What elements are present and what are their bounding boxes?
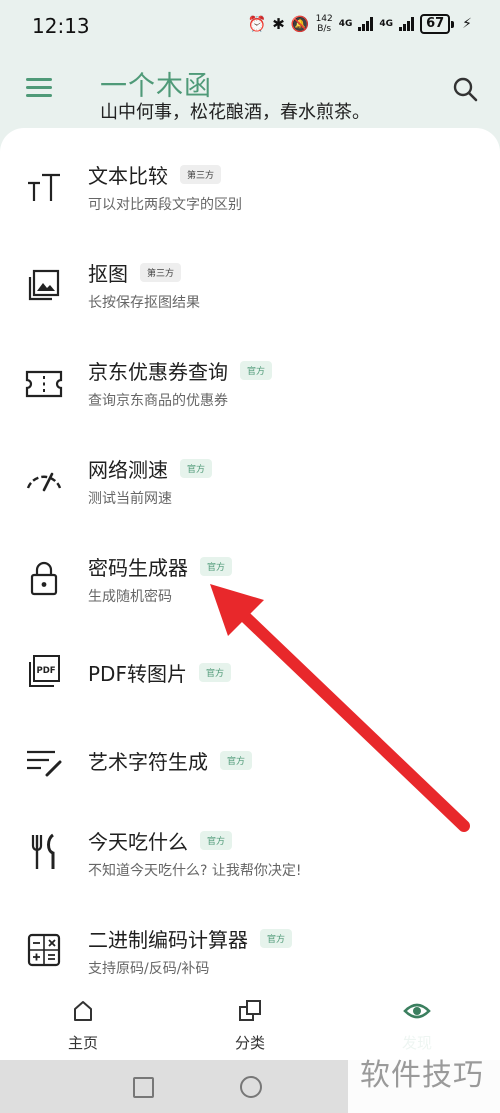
tool-name: 今天吃什么 [88, 830, 188, 854]
tool-title-row: 今天吃什么 官方 [88, 826, 233, 855]
tool-item-binary-calculator[interactable]: 二进制编码计算器 官方 支持原码/反码/补码 [0, 912, 500, 990]
home-icon [43, 996, 123, 1026]
svg-text:PDF: PDF [37, 666, 56, 676]
alarm-icon: ⏰ [247, 15, 267, 33]
home-button-icon[interactable] [240, 1076, 262, 1098]
tool-title-row: 密码生成器 官方 [88, 552, 233, 581]
tool-description: 测试当前网速 [88, 491, 172, 507]
battery-level: 67 [420, 14, 451, 34]
net-speed: 142 B/s [316, 14, 333, 34]
source-badge: 官方 [198, 663, 231, 682]
tool-description: 长按保存抠图结果 [88, 295, 200, 311]
nav-category[interactable]: 分类 [210, 996, 290, 1053]
tool-name: PDF转图片 [88, 662, 187, 686]
ticket-icon [22, 362, 66, 406]
status-bar: 12:13 ⏰ ✱ 🔕 142 B/s 4G 4G 67 ⚡ [0, 0, 500, 52]
category-icon [210, 996, 290, 1026]
tool-name: 艺术字符生成 [88, 750, 208, 774]
tool-title-row: 二进制编码计算器 官方 [88, 924, 293, 953]
source-badge: 官方 [260, 929, 293, 948]
source-badge: 官方 [180, 459, 213, 478]
nav-category-label: 分类 [234, 1034, 265, 1052]
source-badge: 官方 [200, 831, 233, 850]
tool-item-pdf-to-image[interactable]: PDF PDF转图片 官方 [0, 638, 500, 728]
status-time: 12:13 [32, 14, 90, 38]
signal-icon-2 [399, 17, 415, 31]
charging-icon: ⚡ [462, 16, 472, 32]
tool-title-row: 网络测速 官方 [88, 454, 213, 483]
pdf-icon: PDF [22, 650, 66, 694]
tool-title-row: 艺术字符生成 官方 [88, 746, 253, 775]
nav-home[interactable]: 主页 [43, 996, 123, 1053]
tool-title-row: 抠图 第三方 [88, 258, 182, 287]
tool-item-art-text[interactable]: 艺术字符生成 官方 [0, 726, 500, 816]
tool-title-row: 京东优惠券查询 官方 [88, 356, 273, 385]
search-icon[interactable] [452, 76, 478, 102]
lock-icon [22, 556, 66, 600]
signal-icon-1 [358, 17, 374, 31]
net-type-2: 4G [379, 19, 394, 29]
net-speed-unit: B/s [317, 24, 332, 34]
tool-name: 京东优惠券查询 [88, 360, 228, 384]
tool-item-what-to-eat[interactable]: 今天吃什么 官方 不知道今天吃什么? 让我帮你决定! [0, 814, 500, 904]
recent-apps-icon[interactable] [133, 1077, 154, 1098]
battery-icon: 67 [420, 14, 455, 34]
image-cutout-icon [22, 264, 66, 308]
fork-knife-icon [22, 830, 66, 874]
tool-name: 密码生成器 [88, 556, 188, 580]
tool-item-speed-test[interactable]: 网络测速 官方 测试当前网速 [0, 442, 500, 532]
tool-name: 二进制编码计算器 [88, 928, 248, 952]
app-subtitle: 山中何事，松花酿酒，春水煎茶。 [100, 102, 370, 123]
source-badge: 第三方 [180, 165, 222, 184]
tool-title-row: PDF转图片 官方 [88, 658, 231, 687]
source-badge: 第三方 [140, 263, 182, 282]
tool-item-password-generator[interactable]: 密码生成器 官方 生成随机密码 [0, 540, 500, 630]
calculator-icon [22, 928, 66, 972]
tool-item-text-compare[interactable]: 文本比较 第三方 可以对比两段文字的区别 [0, 148, 500, 238]
tool-item-cutout[interactable]: 抠图 第三方 长按保存抠图结果 [0, 246, 500, 336]
tool-description: 支持原码/反码/补码 [88, 961, 210, 977]
tool-description: 可以对比两段文字的区别 [88, 197, 242, 213]
text-size-icon [22, 166, 66, 210]
hamburger-menu-icon[interactable] [26, 78, 52, 98]
tool-description: 查询京东商品的优惠券 [88, 393, 228, 409]
mute-icon: 🔕 [290, 15, 310, 33]
net-type-1: 4G [338, 19, 353, 29]
status-icons: ⏰ ✱ 🔕 142 B/s 4G 4G 67 ⚡ [248, 14, 472, 34]
tool-item-jd-coupon[interactable]: 京东优惠券查询 官方 查询京东商品的优惠券 [0, 344, 500, 434]
tool-name: 抠图 [88, 262, 128, 286]
tool-list: 文本比较 第三方 可以对比两段文字的区别 抠图 第三方 长按保存抠图结果 京东优… [0, 128, 500, 990]
source-badge: 官方 [220, 751, 253, 770]
art-text-icon [22, 740, 66, 784]
tool-description: 不知道今天吃什么? 让我帮你决定! [88, 863, 302, 879]
speedometer-icon [22, 458, 66, 502]
app-header: 一个木函 山中何事，松花酿酒，春水煎茶。 [0, 52, 500, 128]
tool-description: 生成随机密码 [88, 589, 172, 605]
net-speed-value: 142 [315, 14, 333, 24]
source-badge: 官方 [200, 557, 233, 576]
tool-title-row: 文本比较 第三方 [88, 160, 222, 189]
watermark-text: 软件技巧 [360, 1058, 484, 1093]
source-badge: 官方 [240, 361, 273, 380]
tool-name: 网络测速 [88, 458, 168, 482]
bluetooth-icon: ✱ [272, 15, 285, 33]
tool-name: 文本比较 [88, 164, 168, 188]
nav-home-label: 主页 [67, 1034, 98, 1052]
